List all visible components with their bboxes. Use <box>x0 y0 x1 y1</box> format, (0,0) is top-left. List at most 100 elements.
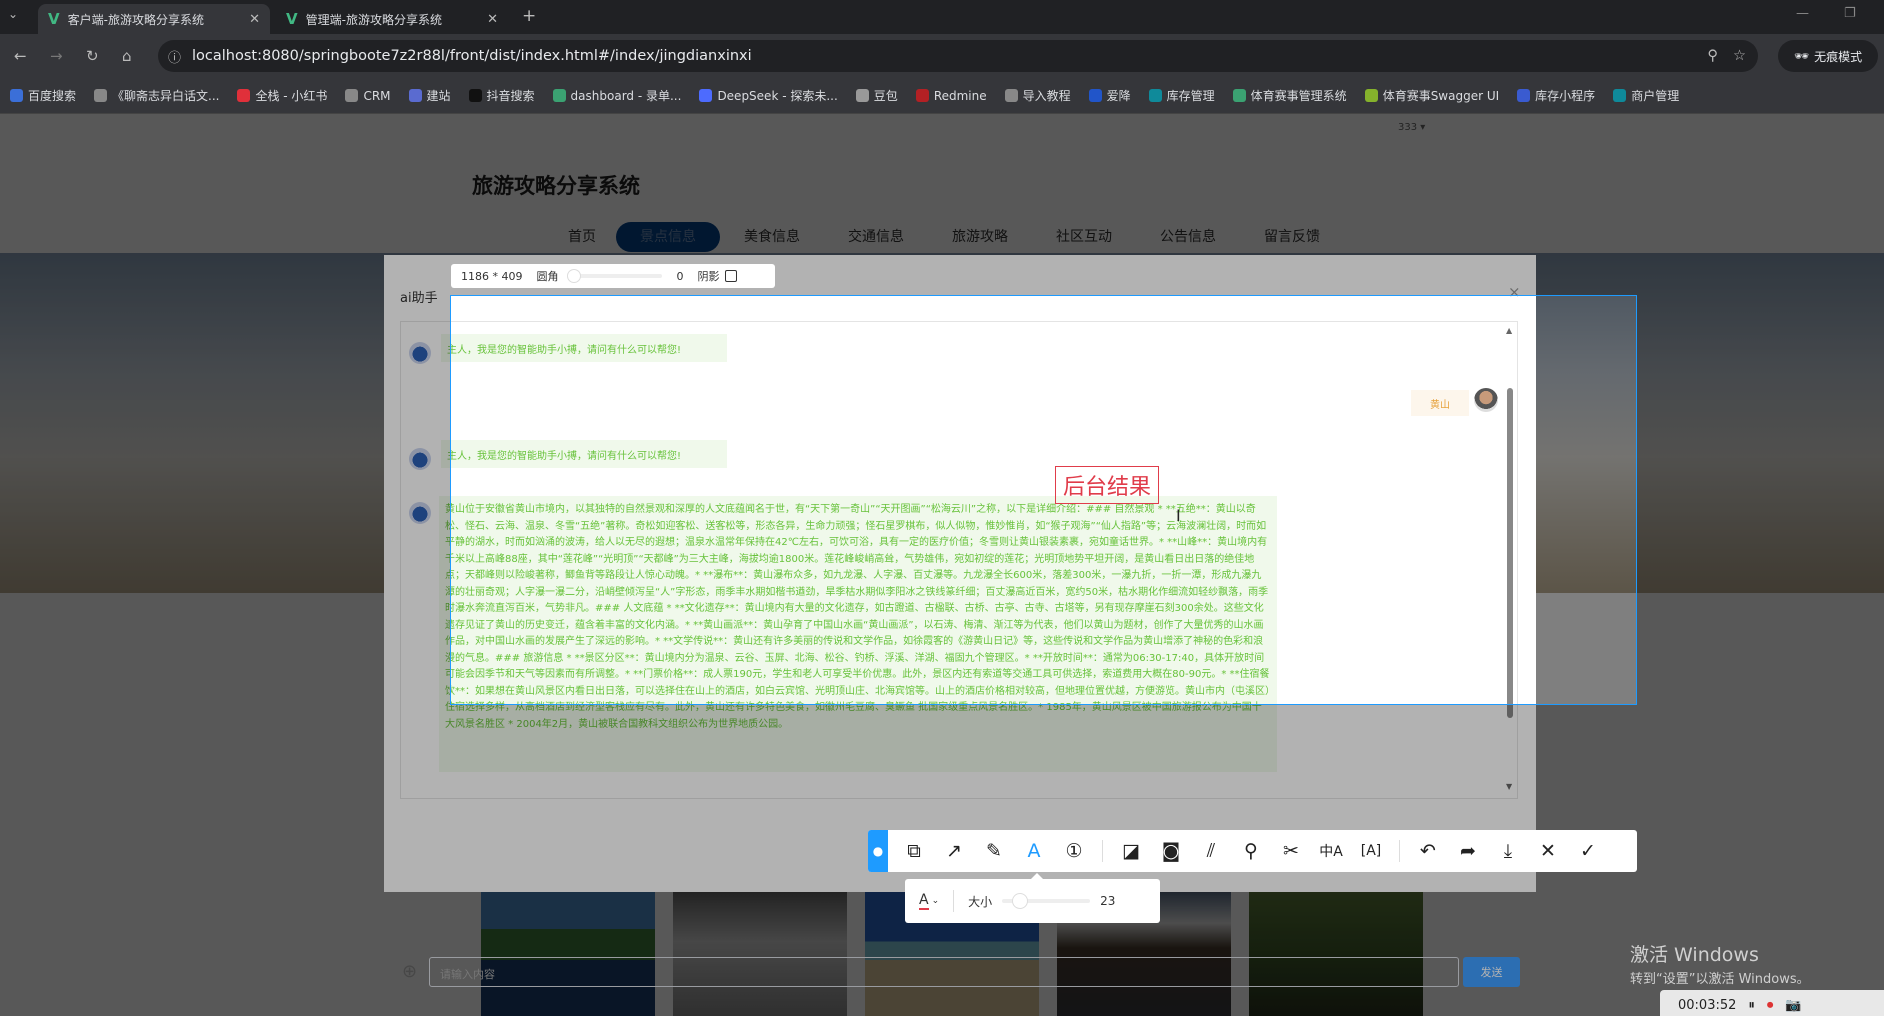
scissors-icon[interactable]: ✂ <box>1271 840 1311 862</box>
confirm-icon[interactable]: ✓ <box>1568 840 1608 862</box>
stop-record-icon[interactable]: ⏺ <box>1767 998 1774 1013</box>
bookmark-label: 商户管理 <box>1631 89 1680 103</box>
vue-icon: V <box>48 10 60 28</box>
font-size-slider[interactable] <box>1002 893 1091 909</box>
bookmark-item[interactable]: 商户管理 <box>1613 87 1679 104</box>
bookmark-item[interactable]: CRM <box>345 89 391 103</box>
radius-slider[interactable] <box>567 269 663 283</box>
bookmark-label: 体育赛事管理系统 <box>1250 89 1347 103</box>
tab-client[interactable]: V 客户端-旅游攻略分享系统 ✕ <box>38 4 270 34</box>
bookmark-item[interactable]: dashboard - 录单... <box>552 87 681 104</box>
redo-icon[interactable]: ➦ <box>1448 840 1488 862</box>
bookmark-favicon-icon <box>915 89 929 102</box>
bookmark-label: Redmine <box>933 88 987 103</box>
tab-title: 客户端-旅游攻略分享系统 <box>67 12 204 27</box>
bookmark-item[interactable]: 豆包 <box>855 87 898 104</box>
bookmark-label: 抖音搜索 <box>486 89 535 103</box>
screenshot-toolbar: ● ⧉ ↗ ✎ A ① ◪ ◙ ⫽ ⚲ ✂ 中A [A] ↶ ➦ ⤓ ✕ ✓ <box>868 830 1637 872</box>
incognito-button[interactable]: 🕶 无痕模式 <box>1778 40 1878 72</box>
text-options-bar: A ⌄ 大小 23 <box>905 873 1160 923</box>
back-icon[interactable]: ← <box>14 47 27 65</box>
bookmark-item[interactable]: 抖音搜索 <box>468 87 535 104</box>
address-bar-row: ← → ↻ ⌂ ⓘ localhost:8080/springboote7z2r… <box>0 34 1884 78</box>
bookmark-item[interactable]: 库存管理 <box>1148 87 1215 104</box>
new-tab-icon[interactable]: + <box>522 6 536 26</box>
blur-icon[interactable]: ◙ <box>1151 840 1191 862</box>
shadow-checkbox[interactable] <box>725 270 738 282</box>
bookmark-item[interactable]: 爱降 <box>1088 87 1131 104</box>
message-input[interactable]: 请输入内容 <box>429 957 1459 987</box>
pen-icon[interactable]: ✎ <box>974 840 1014 862</box>
bookmark-label: 全栈 - 小红书 <box>255 89 328 103</box>
home-icon[interactable]: ⌂ <box>122 47 132 65</box>
bookmark-favicon-icon <box>237 89 251 102</box>
bookmark-favicon-icon <box>552 89 566 102</box>
bookmark-item[interactable]: 百度搜索 <box>10 87 76 104</box>
text-color-picker[interactable]: A <box>919 892 929 910</box>
bookmark-item[interactable]: 体育赛事管理系统 <box>1232 87 1347 104</box>
bookmark-item[interactable]: 建站 <box>408 87 451 104</box>
tab-admin[interactable]: V 管理端-旅游攻略分享系统 ✕ <box>276 4 508 34</box>
screenshot-selection[interactable] <box>450 295 1637 705</box>
undo-icon[interactable]: ↶ <box>1408 840 1448 862</box>
bookmark-favicon-icon <box>855 89 869 102</box>
pause-icon[interactable]: ⏸ <box>1748 998 1755 1013</box>
bookmark-label: 建站 <box>426 89 451 103</box>
bookmark-label: 导入教程 <box>1022 89 1071 103</box>
arrow-icon[interactable]: ↗ <box>934 840 974 862</box>
camera-icon[interactable]: 📷 <box>1785 998 1801 1013</box>
divider <box>1102 840 1103 862</box>
size-label: 大小 <box>968 894 993 909</box>
tab-search-chevron-icon[interactable]: ⌄ <box>8 7 18 21</box>
bookmark-item[interactable]: 体育赛事Swagger UI <box>1364 87 1500 104</box>
bookmark-favicon-icon <box>1148 89 1162 102</box>
windows-activation-title: 激活 Windows <box>1630 944 1759 966</box>
download-icon[interactable]: ⤓ <box>1488 840 1528 862</box>
send-button[interactable]: 发送 <box>1463 957 1520 987</box>
radius-label: 圆角 <box>536 270 559 283</box>
web-page: 333 ▾ 旅游攻略分享系统 首页景点信息美食信息交通信息旅游攻略社区互动公告信… <box>0 114 1884 1016</box>
bookmark-item[interactable]: DeepSeek - 探索未... <box>699 87 838 104</box>
zoom-icon[interactable]: ⚲ <box>1707 48 1718 64</box>
shape-icon[interactable]: ⧉ <box>894 840 934 862</box>
divider <box>1399 840 1400 862</box>
minimize-icon[interactable]: — <box>1796 6 1809 21</box>
restore-icon[interactable]: ❐ <box>1844 6 1856 21</box>
close-tab-icon[interactable]: ✕ <box>249 12 260 27</box>
bookmark-favicon-icon <box>1232 89 1246 102</box>
bookmark-star-icon[interactable]: ☆ <box>1733 48 1746 64</box>
selection-size: 1186 * 409 <box>461 269 523 283</box>
text-annotation[interactable]: 后台结果 <box>1055 466 1159 504</box>
screen-recorder: 00:03:52 ⏸ ⏺ 📷 <box>1660 990 1884 1016</box>
bookmark-favicon-icon <box>345 89 359 102</box>
reload-icon[interactable]: ↻ <box>86 47 99 65</box>
bookmark-item[interactable]: 《聊斋志异白话文... <box>94 87 219 104</box>
close-tab-icon[interactable]: ✕ <box>487 12 498 27</box>
chevron-down-icon[interactable]: ⌄ <box>932 896 940 906</box>
add-attachment-icon[interactable]: ⊕ <box>402 961 417 982</box>
selection-size-bar: 1186 * 409 圆角 0 阴影 <box>451 264 775 288</box>
shadow-label: 阴影 <box>697 270 720 283</box>
bookmark-item[interactable]: 全栈 - 小红书 <box>237 87 327 104</box>
pin-icon[interactable]: ● <box>868 830 888 872</box>
url-input[interactable]: ⓘ localhost:8080/springboote7z2r88l/fron… <box>158 40 1758 72</box>
number-icon[interactable]: ① <box>1054 840 1094 862</box>
bookmark-item[interactable]: Redmine <box>915 88 987 103</box>
bookmark-favicon-icon <box>10 89 23 102</box>
bookmark-favicon-icon <box>1364 89 1378 102</box>
hatch-icon[interactable]: ⫽ <box>1191 840 1231 862</box>
text-icon[interactable]: A <box>1014 840 1054 862</box>
mosaic-icon[interactable]: ◪ <box>1111 840 1151 862</box>
bookmark-item[interactable]: 库存小程序 <box>1517 87 1595 104</box>
bookmark-item[interactable]: 导入教程 <box>1004 87 1071 104</box>
bot-avatar-icon <box>409 448 431 470</box>
close-icon[interactable]: ✕ <box>1528 840 1568 862</box>
bookmark-label: 体育赛事Swagger UI <box>1382 89 1500 103</box>
pin-top-icon[interactable]: ⚲ <box>1231 840 1271 862</box>
translate-icon[interactable]: 中A <box>1311 841 1351 861</box>
site-info-icon[interactable]: ⓘ <box>168 47 181 66</box>
bookmark-favicon-icon <box>1004 89 1018 102</box>
ocr-icon[interactable]: [A] <box>1351 843 1391 859</box>
forward-icon[interactable]: → <box>50 47 63 65</box>
bookmark-label: 库存小程序 <box>1535 89 1596 103</box>
